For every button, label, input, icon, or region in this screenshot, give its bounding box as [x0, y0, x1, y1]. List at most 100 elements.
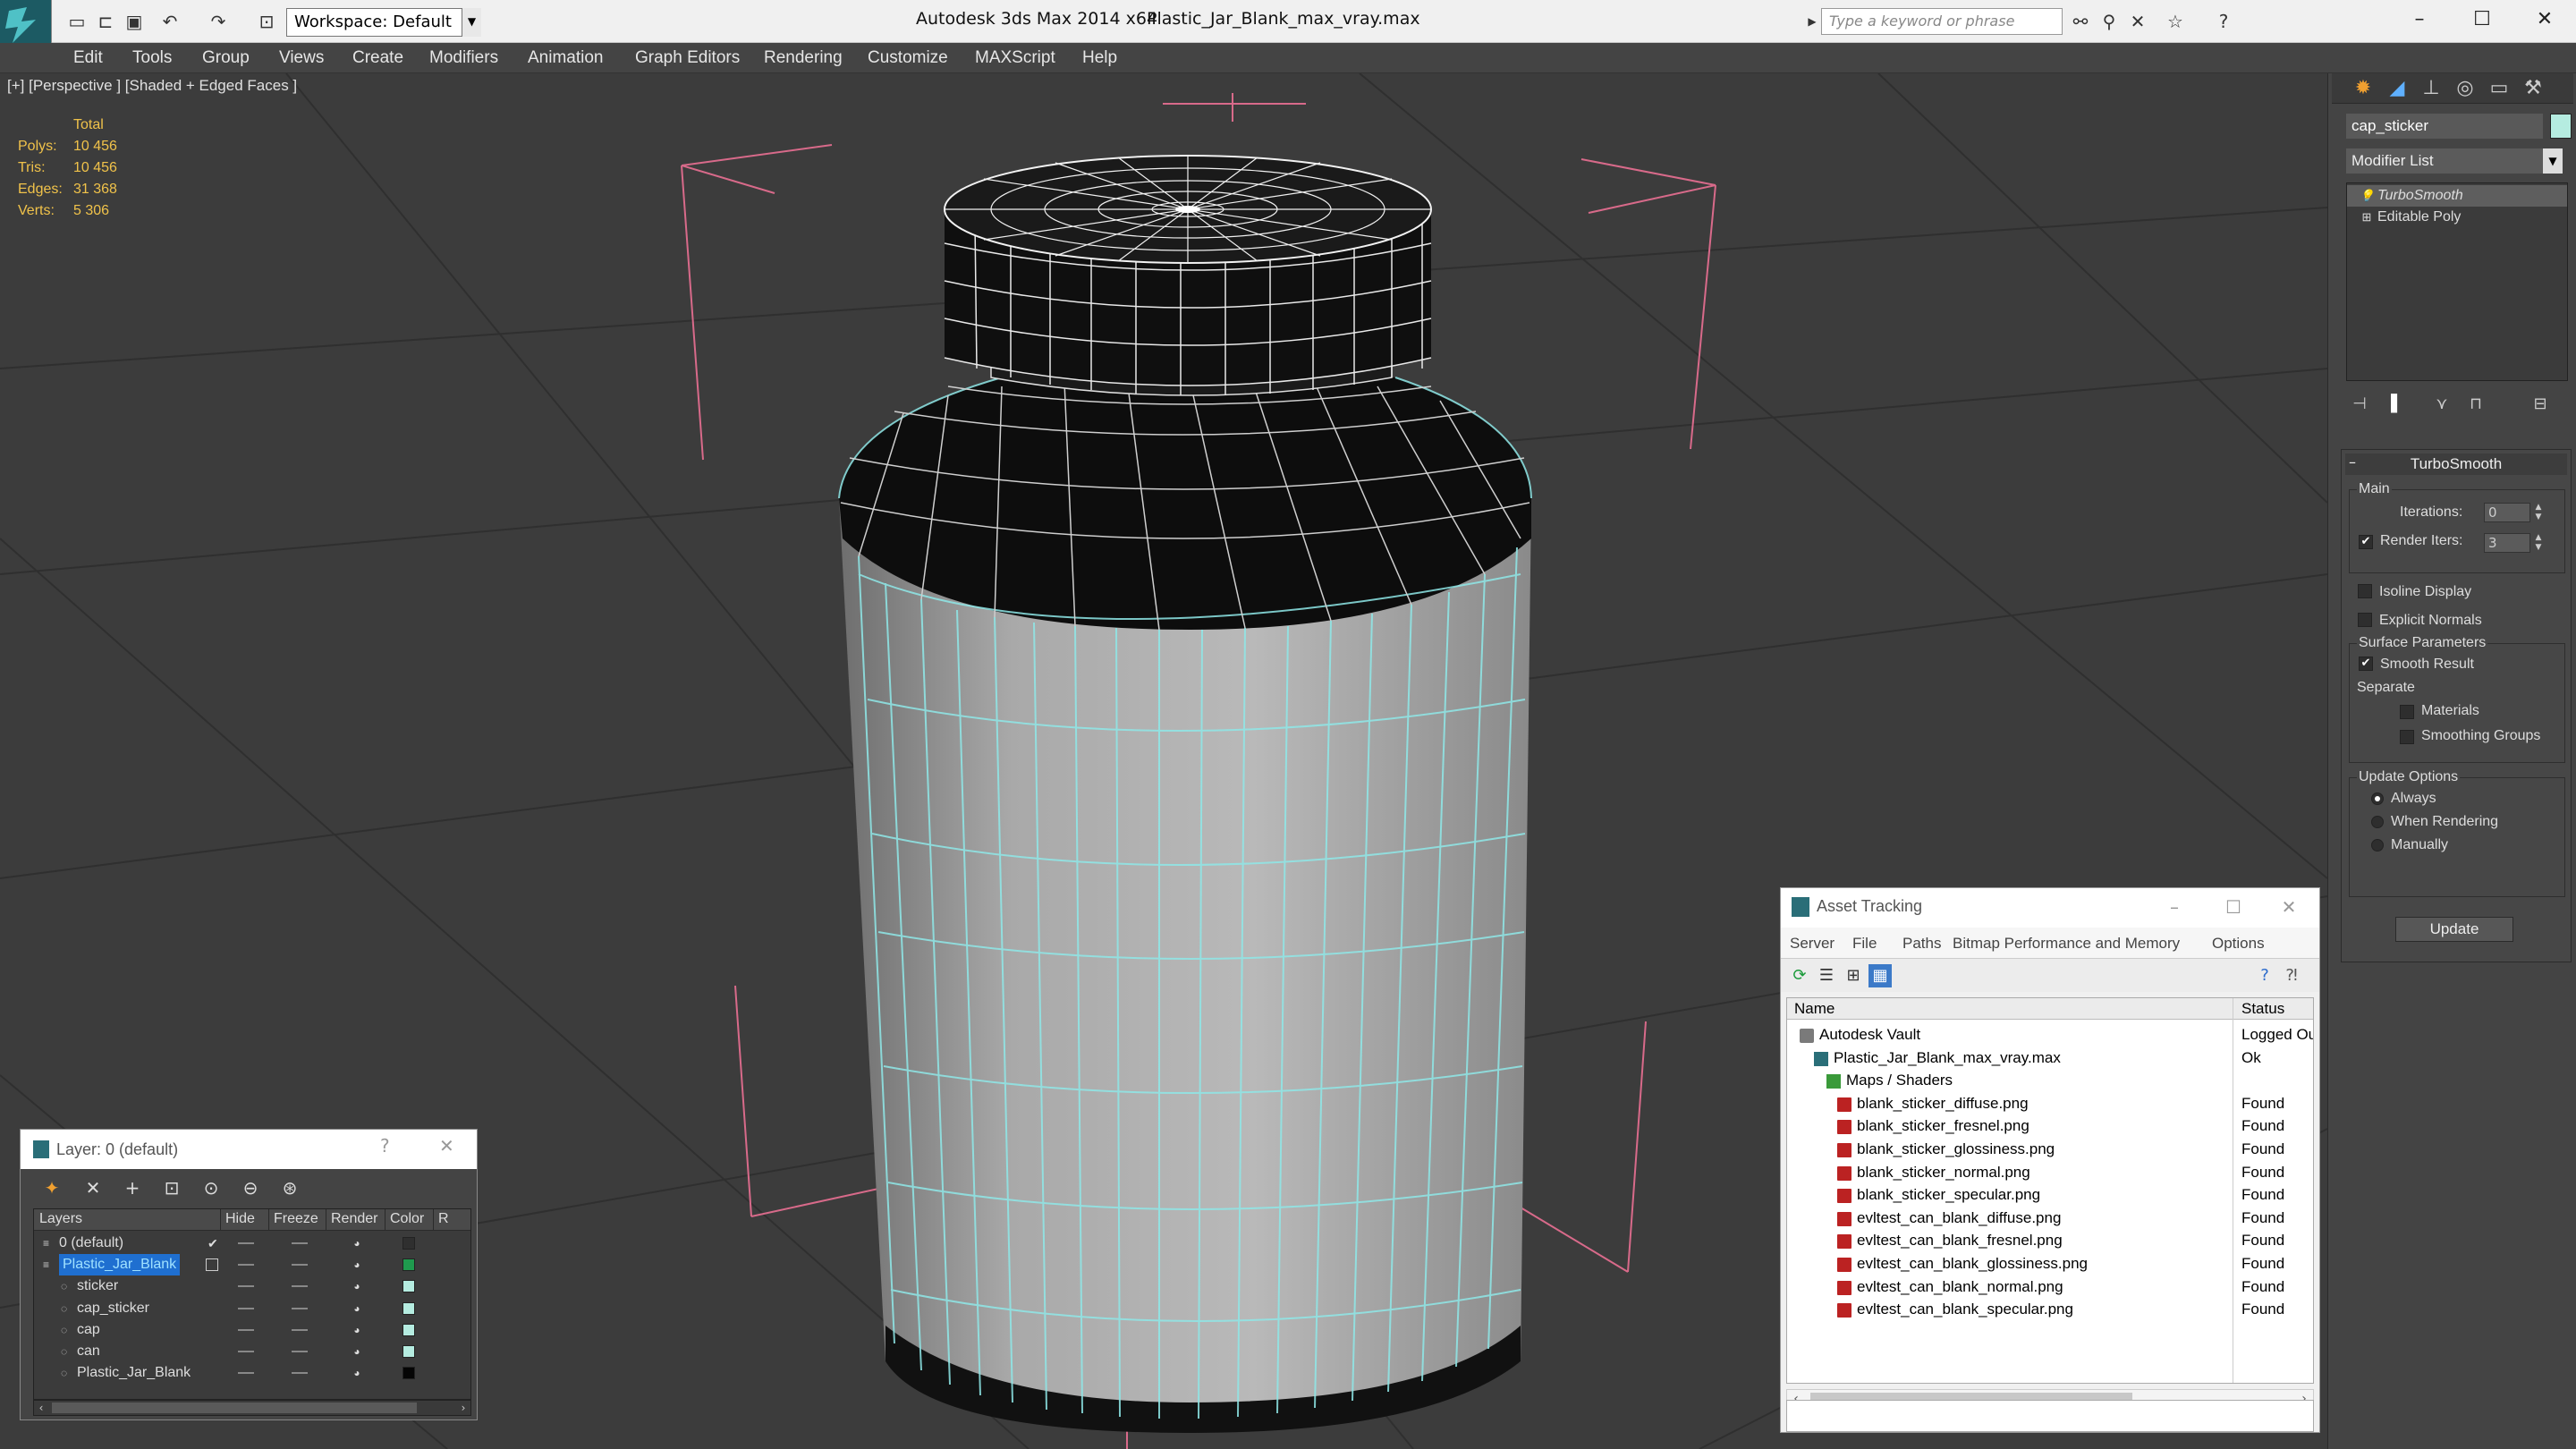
close-button[interactable]: ✕	[439, 1135, 454, 1157]
hide-all-icon[interactable]: ⊖	[239, 1176, 262, 1199]
pin-stack-icon[interactable]: ⊣	[2346, 392, 2373, 417]
freeze-toggle[interactable]	[292, 1372, 308, 1375]
asset-row[interactable]: evltest_can_blank_fresnel.png Found	[1787, 1229, 2313, 1252]
layer-name[interactable]: sticker	[77, 1275, 118, 1297]
column-status[interactable]: Status	[2241, 1000, 2284, 1018]
menu-customize[interactable]: Customize	[868, 43, 948, 73]
search-input[interactable]: Type a keyword or phrase	[1821, 8, 2063, 35]
hide-toggle[interactable]	[238, 1242, 254, 1244]
configure-sets-icon[interactable]: ⊟	[2527, 392, 2554, 417]
column-radiosity[interactable]: R	[438, 1211, 449, 1227]
utilities-tab-icon[interactable]: ⚒	[2518, 76, 2548, 101]
update-button[interactable]: Update	[2395, 917, 2513, 942]
display-tab-icon[interactable]: ▭	[2484, 76, 2514, 101]
workspace-select[interactable]: Workspace: Default	[286, 8, 481, 37]
scroll-thumb[interactable]	[52, 1402, 417, 1413]
render-teapot-icon[interactable]: ◕	[349, 1366, 365, 1380]
new-layer-icon[interactable]: ✦	[40, 1176, 64, 1199]
explicit-normals-checkbox[interactable]	[2358, 613, 2372, 627]
select-objects-icon[interactable]: ⊡	[160, 1176, 183, 1199]
active-layer-check-icon[interactable]: ✔	[208, 1233, 218, 1254]
table-view-icon[interactable]: ⊞	[1842, 964, 1865, 987]
expand-arrow-icon[interactable]: ▶	[1801, 11, 1823, 32]
object-name-field[interactable]: cap_sticker	[2346, 114, 2543, 139]
help-button[interactable]: ?	[380, 1135, 390, 1157]
create-tab-icon[interactable]: ✹	[2348, 76, 2378, 101]
redo-icon[interactable]: ↷	[208, 11, 229, 32]
layer-color-swatch[interactable]	[402, 1237, 415, 1250]
render-teapot-icon[interactable]: ◕	[349, 1323, 365, 1337]
undo-icon[interactable]: ↶	[159, 11, 181, 32]
menu-rendering[interactable]: Rendering	[764, 43, 843, 73]
freeze-toggle[interactable]	[292, 1351, 308, 1352]
iterations-spinner[interactable]: 0	[2484, 503, 2530, 522]
materials-checkbox[interactable]	[2400, 705, 2414, 719]
column-name[interactable]: Name	[1794, 1000, 1835, 1018]
motion-tab-icon[interactable]: ◎	[2450, 76, 2480, 101]
close-button[interactable]: ✕	[2522, 4, 2567, 36]
asset-row[interactable]: blank_sticker_diffuse.png Found	[1787, 1092, 2313, 1115]
scroll-right-icon[interactable]: ›	[456, 1401, 470, 1415]
menu-paths[interactable]: Paths	[1902, 935, 1941, 953]
layer-row[interactable]: ◌ can ◕	[34, 1341, 470, 1362]
minimize-button[interactable]: –	[2397, 4, 2442, 36]
layer-manager-titlebar[interactable]: Layer: 0 (default) ? ✕	[21, 1130, 477, 1169]
layer-name[interactable]: can	[77, 1341, 100, 1362]
menu-tools[interactable]: Tools	[132, 43, 172, 73]
smooth-result-checkbox[interactable]: ✔	[2359, 657, 2373, 671]
update-always-radio[interactable]	[2371, 792, 2384, 805]
hide-toggle[interactable]	[238, 1264, 254, 1267]
layer-name[interactable]: Plastic_Jar_Blank	[59, 1254, 181, 1276]
layer-color-swatch[interactable]	[402, 1301, 415, 1315]
freeze-toggle[interactable]	[292, 1242, 308, 1244]
hide-toggle[interactable]	[238, 1372, 254, 1375]
modify-tab-icon[interactable]: ◢	[2382, 76, 2412, 101]
asset-row[interactable]: blank_sticker_fresnel.png Found	[1787, 1114, 2313, 1138]
list-view-icon[interactable]: ☰	[1815, 964, 1838, 987]
layer-row[interactable]: ◌ cap_sticker ◕	[34, 1298, 470, 1319]
hide-toggle[interactable]	[238, 1307, 254, 1309]
asset-row[interactable]: Plastic_Jar_Blank_max_vray.max Ok	[1787, 1046, 2313, 1070]
menu-server[interactable]: Server	[1790, 935, 1835, 953]
layer-color-swatch[interactable]	[402, 1367, 415, 1380]
render-iters-spinner[interactable]: 3	[2484, 533, 2530, 553]
menu-edit[interactable]: Edit	[73, 43, 103, 73]
object-color-swatch[interactable]	[2550, 114, 2572, 139]
maximize-button[interactable]: ☐	[2216, 892, 2251, 922]
hide-toggle[interactable]	[238, 1285, 254, 1288]
asset-row[interactable]: blank_sticker_normal.png Found	[1787, 1161, 2313, 1184]
collapse-icon[interactable]: –	[2349, 453, 2356, 470]
column-layers[interactable]: Layers	[39, 1211, 82, 1227]
asset-row[interactable]: evltest_can_blank_normal.png Found	[1787, 1275, 2313, 1299]
asset-row[interactable]: blank_sticker_glossiness.png Found	[1787, 1138, 2313, 1161]
communication-icon[interactable]: ✕	[2127, 11, 2148, 32]
menu-maxscript[interactable]: MAXScript	[975, 43, 1055, 73]
menu-modifiers[interactable]: Modifiers	[429, 43, 498, 73]
freeze-toggle[interactable]	[292, 1264, 308, 1267]
hide-toggle[interactable]	[238, 1328, 254, 1331]
layer-row[interactable]: ◌ Plastic_Jar_Blank ◕	[34, 1362, 470, 1384]
menu-bitmap-performance[interactable]: Bitmap Performance and Memory	[1953, 935, 2180, 953]
modifier-list-select[interactable]: Modifier List	[2346, 148, 2561, 174]
new-file-icon[interactable]: ▭	[66, 11, 88, 32]
asset-row[interactable]: evltest_can_blank_glossiness.png Found	[1787, 1252, 2313, 1275]
chevron-down-icon[interactable]: ▼	[462, 8, 481, 37]
expand-plus-icon[interactable]: ⊞	[2360, 207, 2374, 228]
menu-graph-editors[interactable]: Graph Editors	[635, 43, 740, 73]
binoculars-icon[interactable]: ⚯	[2070, 11, 2091, 32]
stack-item-turbosmooth[interactable]: 💡 TurboSmooth	[2347, 185, 2567, 207]
close-button[interactable]: ✕	[2271, 892, 2307, 922]
layer-row[interactable]: ◌ sticker ◕	[34, 1275, 470, 1297]
asset-row[interactable]: Maps / Shaders	[1787, 1069, 2313, 1092]
layer-name[interactable]: cap_sticker	[77, 1298, 149, 1319]
spinner-arrows-icon[interactable]: ▲ ▼	[2532, 533, 2545, 553]
layer-row[interactable]: ≡ 0 (default) ✔ ◕	[34, 1233, 470, 1254]
minimize-button[interactable]: –	[2157, 892, 2192, 922]
lightbulb-icon[interactable]: 💡	[2360, 185, 2374, 207]
column-freeze[interactable]: Freeze	[274, 1211, 318, 1227]
layer-name[interactable]: Plastic_Jar_Blank	[77, 1362, 191, 1384]
rollout-header[interactable]: TurboSmooth	[2345, 453, 2567, 475]
favorites-star-icon[interactable]: ☆	[2165, 11, 2186, 32]
help-icon[interactable]: ?	[2253, 964, 2276, 987]
stack-item-editable-poly[interactable]: ⊞ Editable Poly	[2347, 207, 2567, 228]
